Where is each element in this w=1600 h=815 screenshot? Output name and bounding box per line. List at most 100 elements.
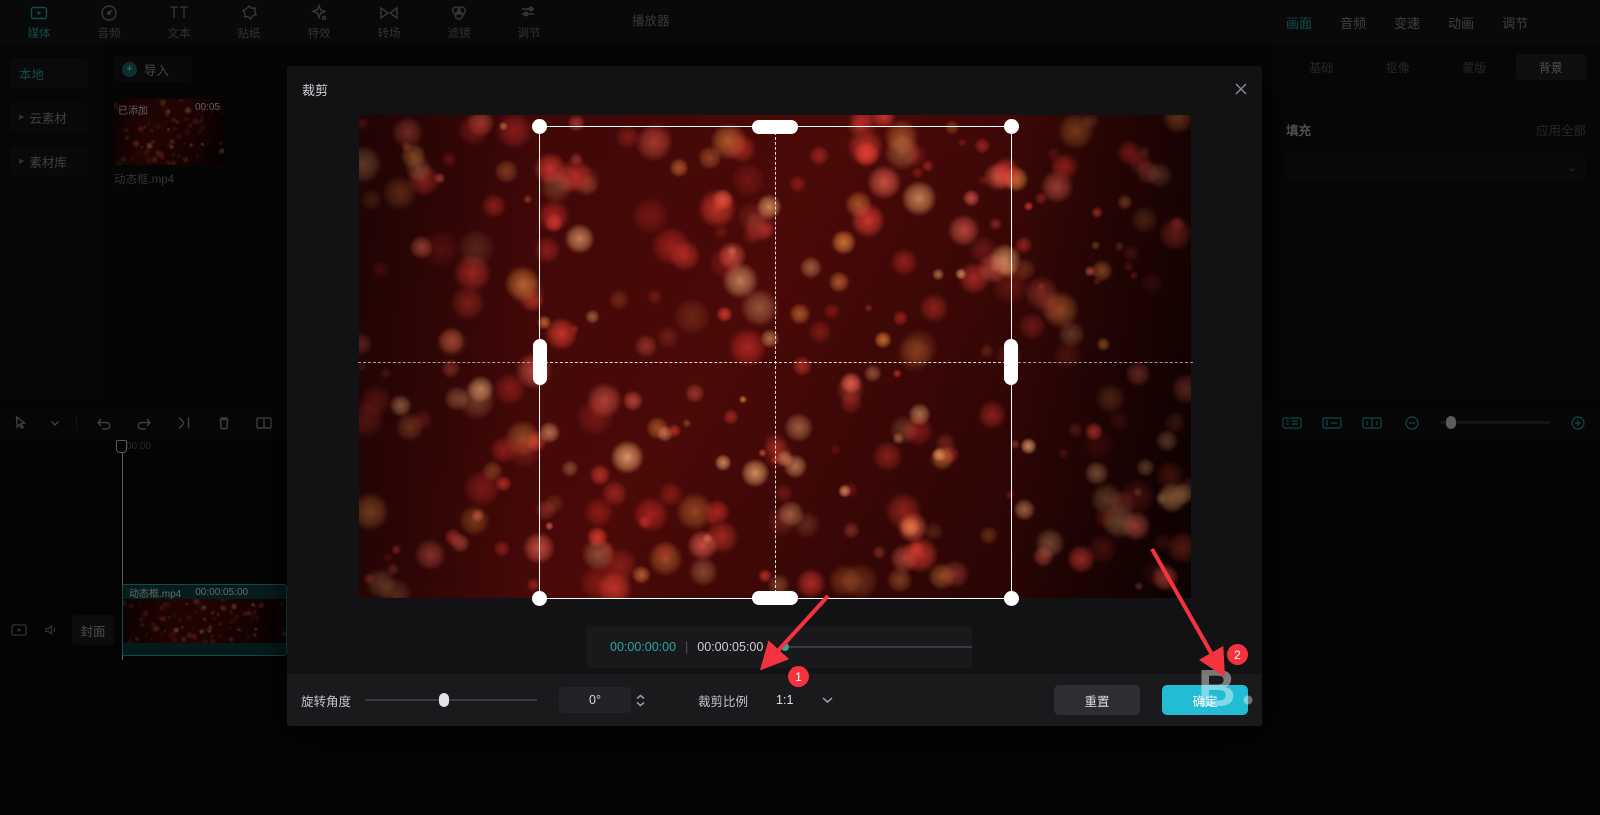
jianying-editor-window: 媒体 音频 文本 贴纸 特效 转场 滤镜 调节 画面 音频 变速 动画 调节 本… xyxy=(0,0,1600,815)
effects-icon xyxy=(310,4,328,23)
track-controls: 封面 xyxy=(0,600,122,660)
crop-canvas-area xyxy=(287,106,1262,606)
ratio-dropdown-icon[interactable] xyxy=(821,691,834,709)
crop-handle-bottom[interactable] xyxy=(752,590,798,605)
nav-item-audio[interactable]: 音频 xyxy=(80,1,138,43)
split-icon[interactable] xyxy=(171,411,197,435)
rotation-stepper[interactable] xyxy=(635,694,646,707)
redo-icon[interactable] xyxy=(131,411,157,435)
nav-item-adjust[interactable]: 调节 xyxy=(500,1,558,43)
audio-icon xyxy=(100,4,118,23)
nav-item-text[interactable]: 文本 xyxy=(150,1,208,43)
chevron-down-icon[interactable] xyxy=(48,411,62,435)
properties-tab-bar: 画面 音频 变速 动画 调节 xyxy=(1272,0,1600,44)
speed-icon[interactable] xyxy=(1320,414,1344,431)
nav-label-audio: 音频 xyxy=(97,27,121,40)
annotation-badge-1: 1 xyxy=(788,666,809,687)
ratio-label: 裁剪比例 xyxy=(698,694,749,709)
auto-cut-icon[interactable] xyxy=(1280,414,1304,431)
rotation-slider-track[interactable] xyxy=(365,693,538,707)
crop-handle-top-right[interactable] xyxy=(1003,118,1019,134)
current-time: 00:00:00:00 xyxy=(610,640,677,654)
crop-handle-bottom-left[interactable] xyxy=(531,590,547,606)
cursor-icon[interactable] xyxy=(8,411,34,435)
nav-item-effects[interactable]: 特效 xyxy=(290,1,348,43)
fill-select[interactable]: ⌄ xyxy=(1286,153,1586,181)
playback-scrubber-handle[interactable] xyxy=(781,643,790,651)
media-item[interactable]: 已添加 00:05 动态框.mp4 xyxy=(114,99,224,187)
clip-name: 动态框.mp4 xyxy=(129,588,182,600)
zoom-out-icon[interactable] xyxy=(1400,414,1424,431)
timeline-zoom-slider[interactable] xyxy=(1440,416,1550,429)
rotation-value-input[interactable]: 0° xyxy=(559,687,632,713)
crop-handle-right[interactable] xyxy=(1003,339,1018,385)
nav-label-text: 文本 xyxy=(167,27,191,40)
chevron-up-icon xyxy=(636,694,645,699)
track-mute-icon[interactable] xyxy=(40,620,62,640)
filter-icon xyxy=(450,4,468,23)
tab-picture[interactable]: 画面 xyxy=(1286,13,1312,32)
rotation-slider-knob[interactable] xyxy=(439,693,450,707)
media-source-rail: 本地 ▶ 云素材 ▶ 素材库 xyxy=(0,44,98,401)
zoom-in-icon[interactable] xyxy=(1566,414,1590,431)
nav-label-effects: 特效 xyxy=(307,27,331,40)
total-time: 00:00:05:00 xyxy=(697,640,764,654)
media-icon xyxy=(30,4,48,23)
import-button[interactable]: + 导入 xyxy=(114,56,192,82)
transition-icon xyxy=(379,4,399,23)
subtab-basic[interactable]: 基础 xyxy=(1286,54,1357,80)
ruler-time-label: 00:00 xyxy=(126,441,152,452)
nav-item-media[interactable]: 媒体 xyxy=(10,1,68,43)
track-video-icon[interactable] xyxy=(8,620,30,640)
timeline-zoom-controls xyxy=(1280,405,1590,440)
crop-guide-left-extension xyxy=(357,362,540,363)
rail-item-cloud[interactable]: ▶ 云素材 xyxy=(10,102,88,132)
rail-label-cloud: 云素材 xyxy=(29,111,67,126)
crop-handle-top[interactable] xyxy=(752,119,798,134)
crop-selection-frame[interactable] xyxy=(357,118,1193,606)
adjust-icon xyxy=(520,4,538,23)
nav-label-media: 媒体 xyxy=(27,27,51,40)
media-filename: 动态框.mp4 xyxy=(114,174,175,186)
close-icon[interactable] xyxy=(1230,78,1252,100)
undo-icon[interactable] xyxy=(91,411,117,435)
rail-item-local[interactable]: 本地 xyxy=(10,58,88,88)
nav-item-filter[interactable]: 滤镜 xyxy=(430,1,488,43)
toolbar-divider xyxy=(76,414,77,431)
tab-adjust[interactable]: 调节 xyxy=(1502,13,1528,32)
crop-handle-bottom-right[interactable] xyxy=(1003,590,1019,606)
playback-scrubber-track[interactable] xyxy=(781,643,972,651)
zoom-slider-knob[interactable] xyxy=(1446,416,1456,429)
crop-bottom-toolbar: 旋转角度 0° 裁剪比例 1:1 重置 确定 xyxy=(287,674,1262,726)
tab-animation[interactable]: 动画 xyxy=(1448,13,1474,32)
mirror-icon[interactable] xyxy=(251,411,277,435)
tab-audio[interactable]: 音频 xyxy=(1340,13,1366,32)
subtab-mask[interactable]: 蒙版 xyxy=(1439,54,1510,80)
confirm-button[interactable]: 确定 xyxy=(1162,685,1248,715)
split-view-icon[interactable] xyxy=(1360,414,1384,431)
crop-dialog: 裁剪 00:00:00:00 | 00:00:05:00 旋转角度 0° 裁剪比… xyxy=(287,66,1262,726)
rail-label-local: 本地 xyxy=(19,67,45,82)
reset-button[interactable]: 重置 xyxy=(1054,685,1140,715)
chevron-down-icon: ⌄ xyxy=(1567,161,1577,174)
added-badge: 已添加 xyxy=(118,106,148,117)
nav-item-sticker[interactable]: 贴纸 xyxy=(220,1,278,43)
rail-item-library[interactable]: ▶ 素材库 xyxy=(10,146,88,176)
nav-item-transition[interactable]: 转场 xyxy=(360,1,418,43)
apply-all-button[interactable]: 应用全部 xyxy=(1536,120,1586,139)
rail-label-library: 素材库 xyxy=(29,155,67,170)
subtab-background[interactable]: 背景 xyxy=(1515,54,1586,80)
crop-image-wrapper xyxy=(357,114,1193,606)
ratio-value[interactable]: 1:1 xyxy=(776,693,793,707)
crop-guide-right-extension xyxy=(1012,362,1193,363)
cover-button[interactable]: 封面 xyxy=(72,615,114,645)
media-thumbnail[interactable]: 已添加 00:05 xyxy=(114,99,224,165)
crop-handle-left[interactable] xyxy=(532,339,547,385)
crop-handle-top-left[interactable] xyxy=(531,118,547,134)
clip-duration: 00:00:05:00 xyxy=(195,586,249,598)
trash-icon[interactable] xyxy=(211,411,237,435)
subtab-chroma[interactable]: 抠像 xyxy=(1363,54,1434,80)
tab-speed[interactable]: 变速 xyxy=(1394,13,1420,32)
timeline-clip[interactable]: 动态框.mp4 00:00:05:00 xyxy=(122,584,287,656)
playhead-handle[interactable] xyxy=(116,440,127,453)
